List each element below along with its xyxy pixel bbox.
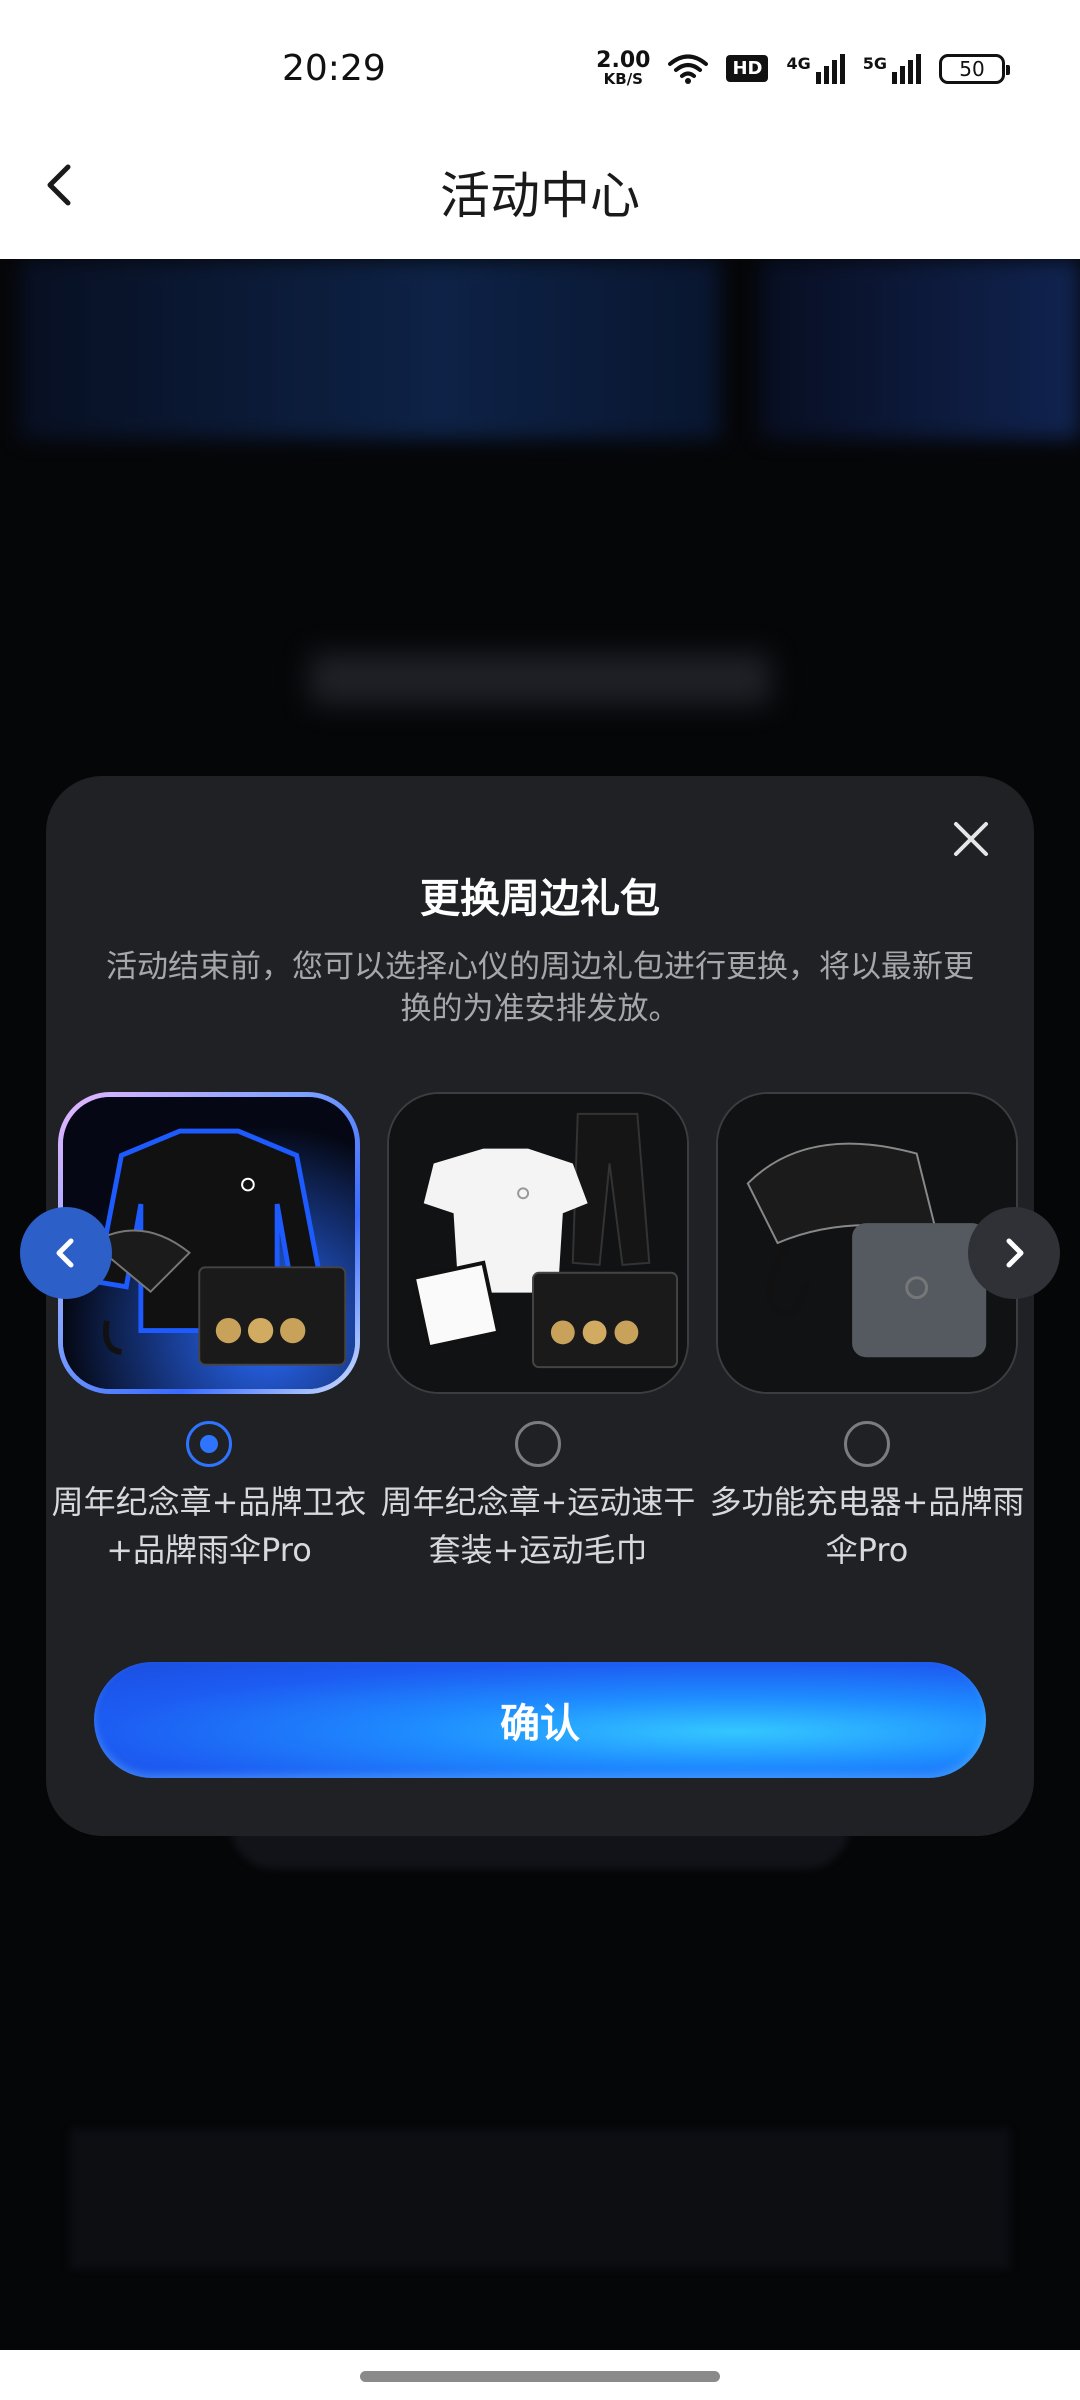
option-label-1: 周年纪念章+品牌卫衣+品牌雨伞Pro [51,1483,367,1569]
signal-2-label: 5G [862,53,887,73]
signal-icon: 4G [786,53,845,84]
close-icon [954,822,988,856]
top-bar: 20:29 2.00 KB/S HD 4G 5G 50 活动中心 [0,0,1080,259]
background-banner [20,259,720,439]
option-radio-1[interactable] [186,1421,232,1467]
status-icons: 2.00 KB/S HD 4G 5G 50 [596,50,1010,87]
carousel-next-button[interactable] [968,1207,1060,1299]
wifi-icon [668,54,709,84]
background-row [70,2129,1010,2269]
gift-image-tshirt-sportswear-coins [389,1094,687,1392]
page-title: 活动中心 [440,167,640,225]
chevron-right-icon [1006,1238,1024,1268]
modal-description: 活动结束前，您可以选择心仪的周边礼包进行更换，将以最新更换的为准安排发放。 [106,949,974,1027]
background-heading [310,654,770,704]
status-time: 20:29 [282,48,386,89]
option-radio-3[interactable] [844,1421,890,1467]
option-radio-2[interactable] [515,1421,561,1467]
network-speed-unit: KB/S [603,70,643,88]
battery-level: 50 [959,56,985,81]
modal-title: 更换周边礼包 [420,876,660,922]
chevron-left-icon [56,1238,74,1268]
gift-change-modal: 更换周边礼包 活动结束前，您可以选择心仪的周边礼包进行更换，将以最新更换的为准安… [46,776,1034,1836]
battery-icon: 50 [939,53,1010,84]
signal-1-label: 4G [786,53,811,73]
carousel-prev-button[interactable] [20,1207,112,1299]
option-label-3: 多功能充电器+品牌雨伞Pro [709,1483,1025,1569]
signal-icon: 5G [862,53,921,84]
network-speed-value: 2.00 [596,48,651,73]
option-card-2[interactable] [387,1092,689,1394]
confirm-button[interactable]: 确认 [94,1662,986,1778]
close-button[interactable] [948,816,994,862]
hd-badge: HD [726,55,769,82]
home-indicator[interactable] [360,2371,720,2382]
background-banner [760,259,1080,439]
option-label-2: 周年纪念章+运动速干套装+运动毛巾 [380,1483,696,1569]
network-speed: 2.00 KB/S [596,50,650,87]
